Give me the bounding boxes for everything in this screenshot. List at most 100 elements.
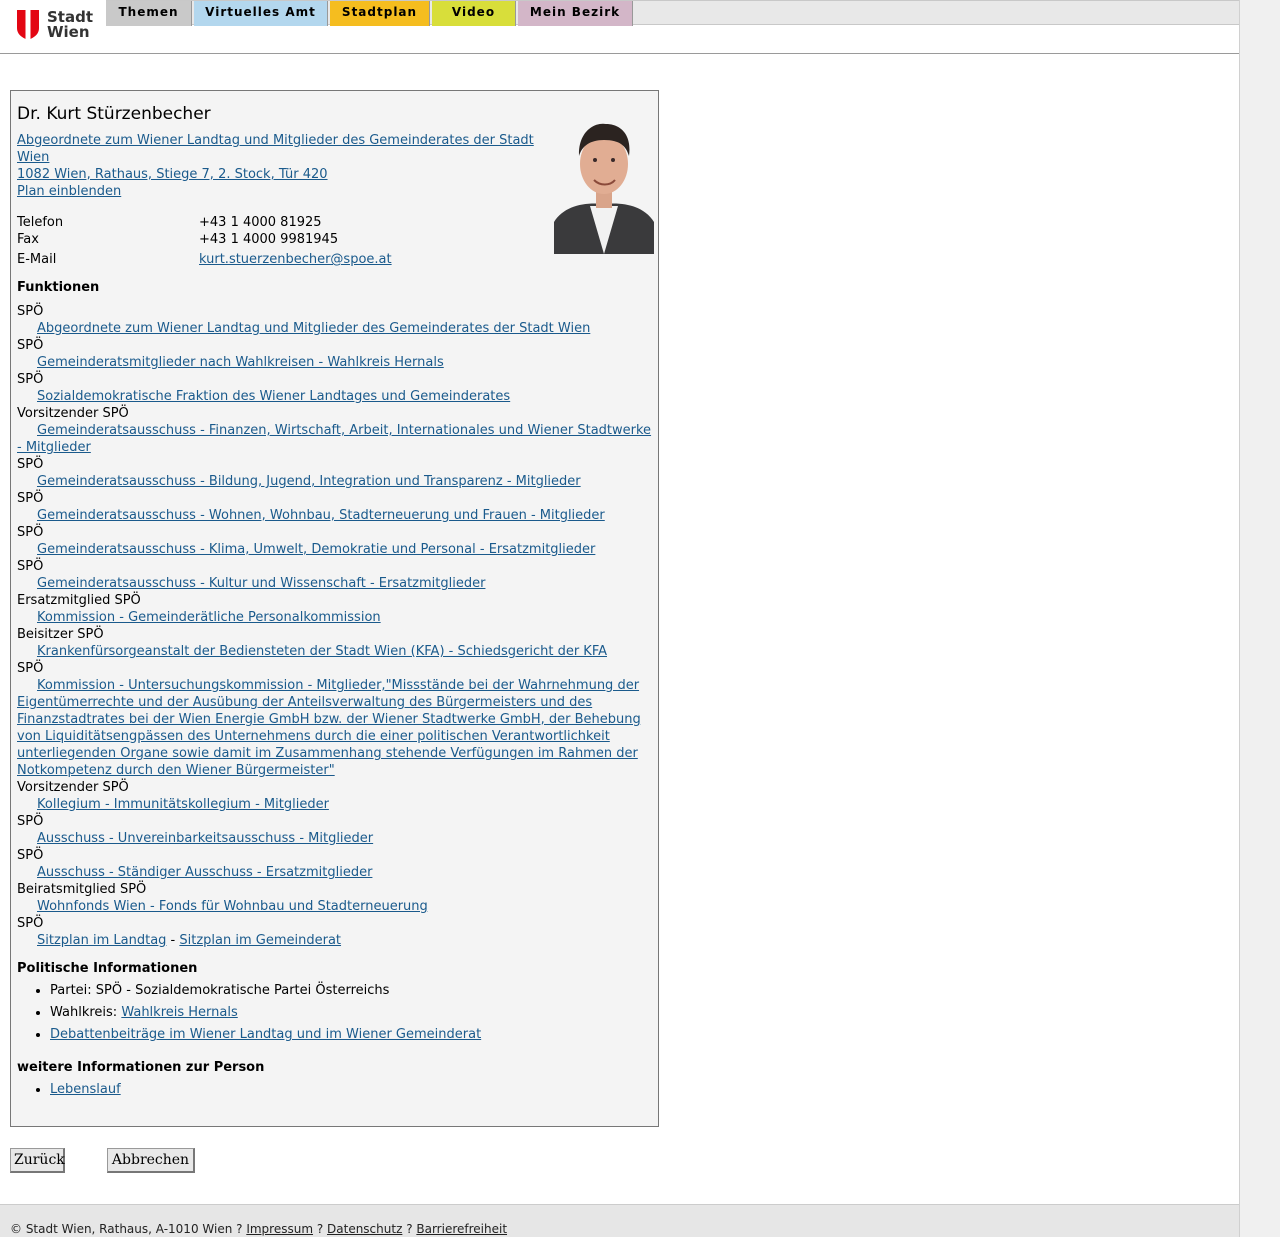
party-item: Partei: SPÖ - Sozialdemokratische Partei… <box>50 982 481 999</box>
function-entry: SPÖ Gemeinderatsausschuss - Klima, Umwelt… <box>17 524 657 558</box>
contact-row-fax: Fax +43 1 4000 9981945 <box>17 231 392 248</box>
function-entry: Ersatzmitglied SPÖ Kommission - Gemeinder… <box>17 592 657 626</box>
function-link[interactable]: Kollegium - Immunitätskollegium - Mitgli… <box>37 797 329 812</box>
function-role: SPÖ <box>17 559 44 574</box>
more-info-heading: weitere Informationen zur Person <box>17 1060 265 1075</box>
seating-landtag-link[interactable]: Sitzplan im Landtag <box>37 933 166 948</box>
function-entry: Beisitzer SPÖ Krankenfürsorgeanstalt der … <box>17 626 657 660</box>
function-entry: SPÖ Sitzplan im Landtag - Sitzplan im Ge… <box>17 915 657 949</box>
fax-value: +43 1 4000 9981945 <box>199 232 339 247</box>
seating-gemeinderat-link[interactable]: Sitzplan im Gemeinderat <box>179 933 341 948</box>
more-info-list: Lebenslauf <box>17 1081 121 1098</box>
cv-link[interactable]: Lebenslauf <box>50 1082 121 1097</box>
functions-list: SPÖ Abgeordnete zum Wiener Landtag und Mi… <box>17 303 657 949</box>
seating-links: Sitzplan im Landtag - Sitzplan im Gemein… <box>17 932 657 949</box>
function-link[interactable]: Sozialdemokratische Fraktion des Wiener … <box>37 389 510 404</box>
function-link[interactable]: Ausschuss - Ständiger Ausschuss - Ersatz… <box>37 865 372 880</box>
address-link[interactable]: 1082 Wien, Rathaus, Stiege 7, 2. Stock, … <box>17 167 328 182</box>
function-role: SPÖ <box>17 338 44 353</box>
fax-label: Fax <box>17 232 39 247</box>
function-link[interactable]: Abgeordnete zum Wiener Landtag und Mitgl… <box>37 321 590 336</box>
function-entry: SPÖ Gemeinderatsausschuss - Bildung, Juge… <box>17 456 657 490</box>
function-role: Ersatzmitglied SPÖ <box>17 593 141 608</box>
function-link[interactable]: Gemeinderatsausschuss - Finanzen, Wirtsc… <box>17 423 651 455</box>
function-link[interactable]: Kommission - Untersuchungskommission - M… <box>17 678 641 778</box>
footer-barrierefreiheit-link[interactable]: Barrierefreiheit <box>416 1222 507 1236</box>
constituency-link[interactable]: Wahlkreis Hernals <box>121 1005 237 1020</box>
functions-heading: Funktionen <box>17 280 100 295</box>
function-role: Beisitzer SPÖ <box>17 627 104 642</box>
function-entry: Vorsitzender SPÖ Kollegium - Immunitätsko… <box>17 779 657 813</box>
function-role: SPÖ <box>17 457 44 472</box>
cancel-button[interactable]: Abbrechen <box>107 1148 195 1173</box>
affiliation-link[interactable]: Abgeordnete zum Wiener Landtag und Mitgl… <box>17 133 534 165</box>
function-entry: SPÖ Kommission - Untersuchungskommission … <box>17 660 657 779</box>
address-block: Abgeordnete zum Wiener Landtag und Mitgl… <box>17 132 537 200</box>
debates-link[interactable]: Debattenbeiträge im Wiener Landtag und i… <box>50 1027 481 1042</box>
political-info-list: Partei: SPÖ - Sozialdemokratische Partei… <box>17 982 481 1048</box>
wien-shield-icon <box>17 10 39 40</box>
nav-tab-stadtplan[interactable]: Stadtplan <box>330 1 430 26</box>
function-link[interactable]: Gemeinderatsausschuss - Bildung, Jugend,… <box>37 474 581 489</box>
site-footer: © Stadt Wien, Rathaus, A-1010 Wien ? Imp… <box>0 1204 1239 1237</box>
function-role: SPÖ <box>17 661 44 676</box>
function-role: Vorsitzender SPÖ <box>17 780 129 795</box>
political-info-heading: Politische Informationen <box>17 961 198 976</box>
footer-text: © Stadt Wien, Rathaus, A-1010 Wien ? Imp… <box>10 1222 507 1236</box>
function-link[interactable]: Wohnfonds Wien - Fonds für Wohnbau und S… <box>37 899 428 914</box>
function-entry: Vorsitzender SPÖ Gemeinderatsausschuss - … <box>17 405 657 456</box>
nav-tab-virtuelles-amt[interactable]: Virtuelles Amt <box>194 1 328 26</box>
function-link[interactable]: Gemeinderatsmitglieder nach Wahlkreisen … <box>37 355 444 370</box>
contact-row-phone: Telefon +43 1 4000 81925 <box>17 214 392 231</box>
back-button[interactable]: Zurück <box>10 1148 65 1173</box>
function-entry: SPÖ Gemeinderatsmitglieder nach Wahlkreis… <box>17 337 657 371</box>
function-link[interactable]: Gemeinderatsausschuss - Klima, Umwelt, D… <box>37 542 595 557</box>
constituency-label: Wahlkreis: <box>50 1005 122 1020</box>
footer-impressum-link[interactable]: Impressum <box>246 1222 313 1236</box>
footer-datenschutz-link[interactable]: Datenschutz <box>327 1222 402 1236</box>
footer-copyright: © Stadt Wien, Rathaus, A-1010 Wien ? <box>10 1222 247 1236</box>
party-text: Partei: SPÖ - Sozialdemokratische Partei… <box>50 983 390 998</box>
nav-tab-video[interactable]: Video <box>432 1 516 26</box>
function-link[interactable]: Krankenfürsorgeanstalt der Bediensteten … <box>37 644 607 659</box>
constituency-item: Wahlkreis: Wahlkreis Hernals <box>50 1004 481 1021</box>
portrait-photo <box>554 104 654 254</box>
person-details-panel: Dr. Kurt Stürzenbecher Abgeordnete zum W… <box>10 90 659 1127</box>
footer-separator: ? <box>402 1222 417 1236</box>
phone-value: +43 1 4000 81925 <box>199 215 322 230</box>
function-role: Beiratsmitglied SPÖ <box>17 882 147 897</box>
cv-item: Lebenslauf <box>50 1081 121 1098</box>
function-link[interactable]: Ausschuss - Unvereinbarkeitsausschuss - … <box>37 831 373 846</box>
function-role: SPÖ <box>17 916 44 931</box>
nav-tab-mein-bezirk[interactable]: Mein Bezirk <box>518 1 633 26</box>
logo-text: Stadt Wien <box>47 10 93 40</box>
page-scroll-area <box>1239 0 1280 1237</box>
email-label: E-Mail <box>17 252 57 267</box>
main-nav: Themen Virtuelles Amt Stadtplan Video Me… <box>106 0 1239 26</box>
nav-tab-themen[interactable]: Themen <box>106 1 192 26</box>
function-role: Vorsitzender SPÖ <box>17 406 129 421</box>
contact-row-email: E-Mail kurt.stuerzenbecher@spoe.at <box>17 251 392 268</box>
function-entry: SPÖ Abgeordnete zum Wiener Landtag und Mi… <box>17 303 657 337</box>
function-role: SPÖ <box>17 372 44 387</box>
function-entry: SPÖ Ausschuss - Unvereinbarkeitsausschuss… <box>17 813 657 847</box>
person-name: Dr. Kurt Stürzenbecher <box>17 104 211 124</box>
function-link[interactable]: Kommission - Gemeinderätliche Personalko… <box>37 610 381 625</box>
function-role: SPÖ <box>17 491 44 506</box>
function-entry: SPÖ Sozialdemokratische Fraktion des Wien… <box>17 371 657 405</box>
function-link[interactable]: Gemeinderatsausschuss - Wohnen, Wohnbau,… <box>37 508 605 523</box>
phone-label: Telefon <box>17 215 64 230</box>
contact-table: Telefon +43 1 4000 81925 Fax +43 1 4000 … <box>17 214 392 268</box>
function-role: SPÖ <box>17 848 44 863</box>
function-role: SPÖ <box>17 525 44 540</box>
function-link[interactable]: Gemeinderatsausschuss - Kultur und Wisse… <box>37 576 485 591</box>
footer-separator: ? <box>313 1222 328 1236</box>
function-entry: Beiratsmitglied SPÖ Wohnfonds Wien - Fond… <box>17 881 657 915</box>
logo-line-2: Wien <box>47 23 90 41</box>
stadt-wien-logo[interactable]: Stadt Wien <box>17 10 93 42</box>
show-map-link[interactable]: Plan einblenden <box>17 184 121 199</box>
function-entry: SPÖ Gemeinderatsausschuss - Kultur und Wi… <box>17 558 657 592</box>
function-entry: SPÖ Gemeinderatsausschuss - Wohnen, Wohnb… <box>17 490 657 524</box>
function-role: SPÖ <box>17 814 44 829</box>
email-link[interactable]: kurt.stuerzenbecher@spoe.at <box>199 252 392 267</box>
